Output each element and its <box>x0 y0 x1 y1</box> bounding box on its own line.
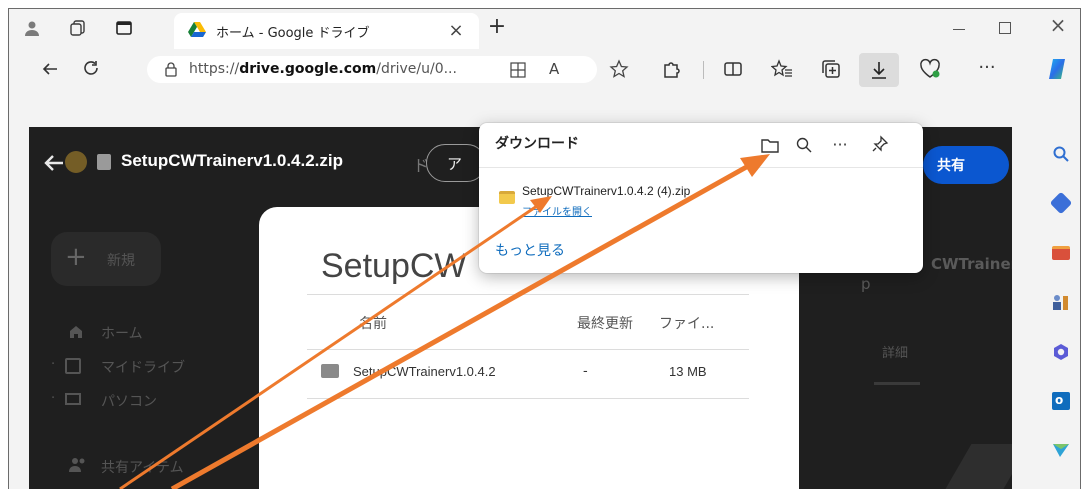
new-button[interactable]: + 新規 <box>51 232 161 286</box>
header-divider <box>479 167 923 168</box>
new-label: 新規 <box>107 253 135 269</box>
download-file-name: SetupCWTrainerv1.0.4.2 (4).zip <box>522 184 691 198</box>
file-title: SetupCWTrainerv1.0.4.2.zip <box>121 151 344 170</box>
favorite-star-icon[interactable] <box>609 59 629 79</box>
minimize-icon[interactable] <box>953 29 965 30</box>
profile-icon[interactable] <box>23 19 41 37</box>
browser-window: ホーム - Google ドライブ × + × https://drive.go… <box>8 8 1081 489</box>
toolbar-divider <box>703 61 704 79</box>
download-item[interactable]: SetupCWTrainerv1.0.4.2 (4).zip ファイルを開く <box>489 181 913 225</box>
tab-bar: ホーム - Google ドライブ × + × <box>9 9 1080 49</box>
workspaces-icon[interactable] <box>69 19 87 37</box>
more-options-icon[interactable]: ··· <box>975 58 999 78</box>
my-drive-icon <box>65 358 81 374</box>
drive-logo-icon <box>65 151 87 173</box>
shared-people-icon <box>69 457 87 473</box>
url-prefix: https:// <box>189 61 240 77</box>
new-tab-icon[interactable]: + <box>487 16 507 38</box>
nav-computers-label: パソコン <box>101 394 157 410</box>
address-bar[interactable]: https://drive.google.com/drive/u/0... A <box>147 56 597 83</box>
copilot-icon[interactable] <box>1045 56 1071 82</box>
nav-my-drive-label: マイドライブ <box>101 360 185 376</box>
send-icon[interactable] <box>1052 442 1070 458</box>
row-size: 13 MB <box>669 364 707 379</box>
edge-sidebar: o <box>1012 89 1080 489</box>
downloads-button[interactable] <box>859 53 899 87</box>
split-screen-icon[interactable] <box>723 59 743 79</box>
favorites-icon[interactable] <box>770 59 793 79</box>
details-tab-underline <box>874 382 920 385</box>
active-tab[interactable]: ホーム - Google ドライブ × <box>174 13 479 49</box>
row-modified: - <box>583 364 588 379</box>
lock-icon <box>164 62 178 77</box>
browser-essentials-icon[interactable] <box>919 58 941 80</box>
refresh-icon[interactable] <box>82 59 100 77</box>
nav-shared-label: 共有アイテム <box>101 460 184 476</box>
open-with-button[interactable]: ア <box>426 144 486 182</box>
table-bottom-divider <box>307 398 749 399</box>
open-downloads-folder-icon[interactable] <box>761 137 779 153</box>
folder-icon <box>321 364 339 378</box>
nav-shared[interactable]: 共有アイテム <box>65 453 265 481</box>
details-title: CWTrainer <box>931 255 1019 273</box>
nav-home-label: ホーム <box>101 326 143 342</box>
url-domain: drive.google.com <box>239 61 377 77</box>
back-arrow-icon[interactable] <box>43 153 65 173</box>
url-suffix: /drive/u/0... <box>376 61 457 77</box>
back-icon[interactable] <box>41 60 59 78</box>
column-size: ファイ... <box>659 316 715 332</box>
nav-computers[interactable]: · パソコン <box>51 387 265 415</box>
open-file-link[interactable]: ファイルを開く <box>522 203 592 218</box>
download-icon <box>869 60 889 80</box>
google-drive-icon <box>188 22 206 38</box>
see-more-link[interactable]: もっと見る <box>495 240 565 260</box>
search-downloads-icon[interactable] <box>795 136 813 154</box>
column-name: 名前 <box>359 316 387 332</box>
vertical-tabs-icon[interactable] <box>115 19 133 37</box>
column-modified: 最終更新 <box>577 316 633 332</box>
microsoft-365-icon[interactable] <box>1052 343 1070 361</box>
modal-title: SetupCW <box>321 247 467 285</box>
pin-icon[interactable] <box>871 135 889 153</box>
url-text: https://drive.google.com/drive/u/0... <box>189 61 457 77</box>
computer-icon <box>65 393 81 405</box>
open-with-label: ア <box>447 155 463 173</box>
search-icon[interactable] <box>1052 145 1070 163</box>
app-available-icon[interactable] <box>509 61 527 79</box>
downloads-more-icon[interactable]: ··· <box>829 135 851 154</box>
share-label: 共有 <box>937 158 965 174</box>
downloads-panel: ダウンロード ··· SetupCWTrainerv1.0.4.2 (4).zi… <box>479 123 923 273</box>
expand-dot-icon: · <box>51 357 56 372</box>
shopping-tag-icon[interactable] <box>1049 191 1073 215</box>
nav-my-drive[interactable]: · マイドライブ <box>51 353 265 381</box>
outlook-glyph: o <box>1055 393 1064 407</box>
zip-file-icon <box>499 191 515 204</box>
tab-title: ホーム - Google ドライブ <box>216 26 370 41</box>
nav-home[interactable]: ホーム <box>65 319 265 347</box>
expand-dot-icon: · <box>51 391 56 406</box>
table-row[interactable]: SetupCWTrainerv1.0.4.2 - 13 MB <box>307 350 749 398</box>
details-tab[interactable]: 詳細 <box>882 342 908 361</box>
home-icon <box>69 324 83 338</box>
plus-icon: + <box>65 242 87 272</box>
extensions-icon[interactable] <box>661 59 681 79</box>
close-tab-icon[interactable]: × <box>447 21 465 41</box>
file-type-icon <box>97 154 111 170</box>
games-icon[interactable] <box>1052 294 1070 310</box>
share-button[interactable]: 共有 <box>923 146 1009 184</box>
collections-icon[interactable] <box>821 59 841 79</box>
close-window-icon[interactable]: × <box>1049 15 1067 35</box>
tools-icon[interactable] <box>1052 246 1070 260</box>
outlook-icon[interactable]: o <box>1052 392 1070 410</box>
details-subtitle: p <box>861 275 871 293</box>
table-top-divider <box>307 294 749 295</box>
read-aloud-icon[interactable]: A <box>549 60 559 78</box>
maximize-icon[interactable] <box>999 22 1011 34</box>
downloads-title: ダウンロード <box>495 136 579 152</box>
toolbar: https://drive.google.com/drive/u/0... A <box>9 49 1080 89</box>
row-name: SetupCWTrainerv1.0.4.2 <box>353 364 496 379</box>
